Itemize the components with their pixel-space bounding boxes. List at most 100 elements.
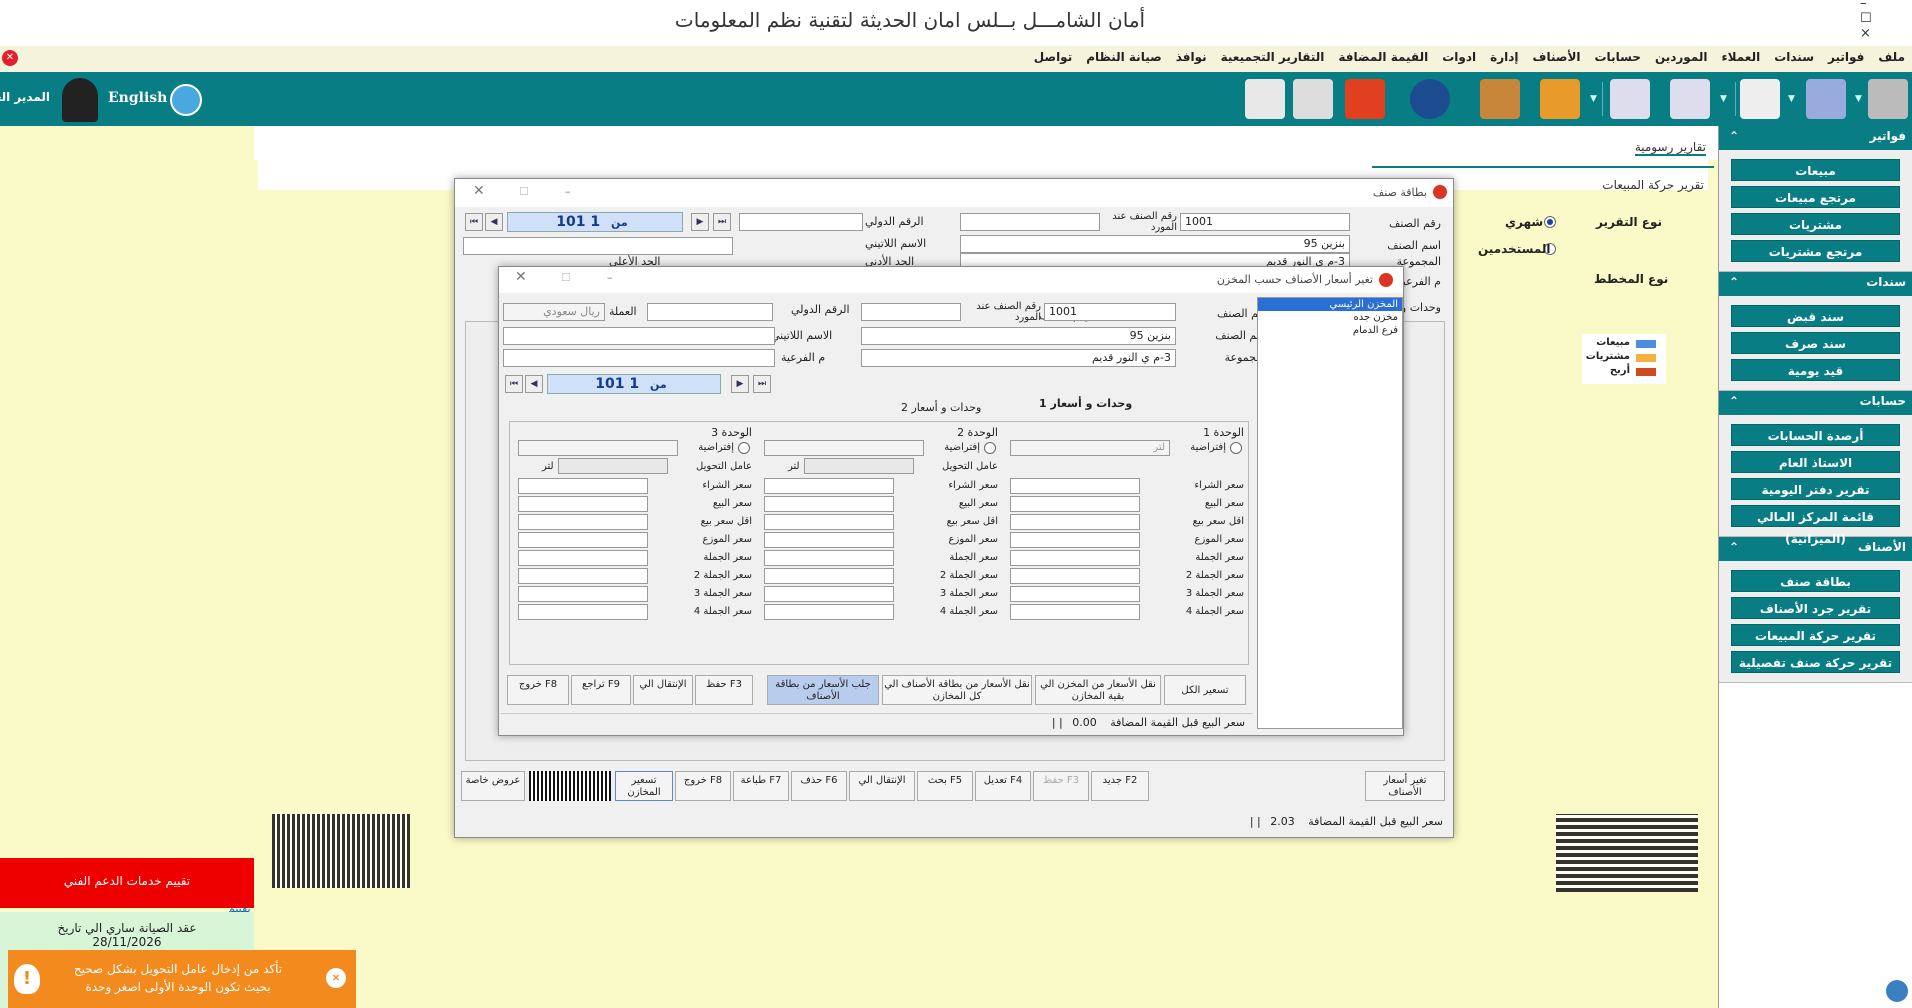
menu-item-9[interactable]: القيمة المضافة (1331, 46, 1435, 68)
search-button[interactable]: بحث F5 (917, 771, 973, 801)
price-field[interactable] (1010, 532, 1140, 548)
store-item[interactable]: مخزن جده (1258, 311, 1402, 324)
default-radio[interactable] (984, 442, 996, 454)
edit-document-icon[interactable] (1670, 79, 1710, 119)
menu-item-0[interactable]: ملف (1871, 46, 1912, 68)
default-radio[interactable] (738, 442, 750, 454)
toast-close-icon[interactable]: × (326, 968, 346, 988)
dropdown-icon[interactable]: ▼ (1590, 94, 1597, 104)
prev-record-icon[interactable]: ◀ (485, 213, 503, 231)
pd-save-button[interactable]: حفظ F3 (695, 675, 753, 705)
pd-latin-field[interactable] (503, 327, 775, 345)
conversion-field[interactable] (558, 458, 668, 474)
sidebar-item[interactable]: سند قبض (1731, 305, 1900, 327)
printer-icon[interactable] (1293, 79, 1333, 119)
menu-item-12[interactable]: صيانة النظام (1079, 46, 1168, 68)
documents-icon[interactable] (1740, 79, 1780, 119)
sidebar-item[interactable]: مشتريات (1731, 213, 1900, 235)
price-field[interactable] (518, 478, 648, 494)
price-field[interactable] (1010, 496, 1140, 512)
price-field[interactable] (518, 514, 648, 530)
price-field[interactable] (518, 604, 648, 620)
tab-prices-2[interactable]: وحدات و أسعار 2 (901, 401, 981, 414)
menu-item-4[interactable]: الموردين (1648, 46, 1715, 68)
store-price-button[interactable]: تسعير المخازن (615, 771, 673, 801)
next-record-icon[interactable]: ▶ (691, 213, 709, 231)
goto-button[interactable]: الإنتقال الي (849, 771, 915, 801)
store-item[interactable]: فرع الدمام (1258, 324, 1402, 337)
menu-item-5[interactable]: حسابات (1588, 46, 1648, 68)
pd-item-no-field[interactable]: 1001 (1044, 303, 1176, 321)
price-field[interactable] (1010, 604, 1140, 620)
tab-prices-1[interactable]: وحدات و أسعار 1 (1039, 397, 1132, 410)
sidebar-section-header[interactable]: حسابات ⌃ (1719, 391, 1912, 415)
invoice-icon[interactable] (1868, 79, 1908, 119)
price-field[interactable] (764, 478, 894, 494)
move-from-card-button[interactable]: نقل الأسعار من بطاقة الأصناف الي كل المخ… (882, 675, 1032, 705)
barcode-icon[interactable] (529, 771, 611, 801)
rating-banner[interactable]: تقييم خدمات الدعم الفني (0, 858, 254, 908)
default-radio[interactable] (1230, 442, 1242, 454)
pd-name-field[interactable]: بنزين 95 (861, 327, 1176, 345)
price-field[interactable] (1010, 550, 1140, 566)
sidebar-item[interactable]: تقرير دفتر اليومية (1731, 478, 1900, 500)
menu-item-11[interactable]: نوافذ (1169, 46, 1214, 68)
fetch-prices-button[interactable]: جلب الأسعار من بطاقة الأصناف (767, 675, 879, 705)
price-field[interactable] (1010, 514, 1140, 530)
sidebar-item[interactable]: تقرير حركة صنف تفصيلية (1731, 651, 1900, 673)
price-all-button[interactable]: تسعير الكل (1164, 675, 1246, 705)
store-item[interactable]: المخزن الرئيسي (1258, 298, 1402, 311)
maximize-icon[interactable]: ☐ (561, 271, 571, 284)
sidebar-item[interactable]: بطاقة صنف (1731, 570, 1900, 592)
sidebar-item[interactable]: سند صرف (1731, 332, 1900, 354)
tab-sales-movement[interactable]: تقرير حركة المبيعات (1602, 178, 1704, 192)
first-record-icon[interactable]: ⏮ (465, 213, 483, 231)
sidebar-section-header[interactable]: فواتير ⌃ (1719, 126, 1912, 150)
menu-item-10[interactable]: التقارير التجميعية (1214, 46, 1332, 68)
delete-button[interactable]: حذف F6 (791, 771, 847, 801)
settings-gear-icon[interactable] (1886, 980, 1908, 1002)
monthly-radio[interactable] (1544, 216, 1556, 228)
language-button[interactable]: English (108, 90, 167, 106)
menu-item-6[interactable]: الأصناف (1526, 46, 1588, 68)
unit-select[interactable] (764, 440, 924, 456)
edit-button[interactable]: تعديل F4 (975, 771, 1031, 801)
dropdown-icon[interactable]: ▼ (1720, 94, 1727, 104)
price-field[interactable] (518, 550, 648, 566)
first-record-icon[interactable]: ⏮ (505, 375, 523, 393)
exit-button[interactable]: خروج F8 (675, 771, 731, 801)
unit-select[interactable] (518, 440, 678, 456)
hierarchy-icon[interactable] (1540, 79, 1580, 119)
print-button[interactable]: طباعة F7 (733, 771, 789, 801)
new-button[interactable]: جديد F2 (1091, 771, 1149, 801)
price-field[interactable] (764, 586, 894, 602)
sidebar-item[interactable]: مبيعات (1731, 159, 1900, 181)
pd-goto-button[interactable]: الإنتقال الي (633, 675, 693, 705)
sidebar-section-header[interactable]: سندات ⌃ (1719, 272, 1912, 296)
price-field[interactable] (518, 586, 648, 602)
price-field[interactable] (764, 532, 894, 548)
menu-item-2[interactable]: سندات (1767, 46, 1821, 68)
close-icon[interactable]: ✕ (2, 50, 18, 66)
pd-intl-no-field[interactable] (647, 303, 773, 321)
next-record-icon[interactable]: ▶ (731, 375, 749, 393)
tab-graphic-reports[interactable]: تقارير رسومية (1634, 140, 1706, 156)
price-field[interactable] (518, 568, 648, 584)
sidebar-item[interactable]: مرتجع مبيعات (1731, 186, 1900, 208)
intl-no-field[interactable] (739, 213, 863, 231)
basket-icon[interactable] (1806, 79, 1846, 119)
calculator-icon[interactable] (1245, 79, 1285, 119)
collapse-icon[interactable]: ⌃ (1729, 129, 1739, 143)
prev-record-icon[interactable]: ◀ (525, 375, 543, 393)
price-field[interactable] (1010, 586, 1140, 602)
pd-group-field[interactable]: 3-م ي النور قديم (861, 349, 1176, 367)
price-field[interactable] (764, 568, 894, 584)
minimize-icon[interactable]: – (565, 185, 571, 198)
supplier-no-field[interactable] (960, 213, 1100, 231)
menu-item-8[interactable]: ادوات (1435, 46, 1483, 68)
cloud-icon[interactable] (170, 84, 202, 116)
sidebar-item[interactable]: قيد يومية (1731, 359, 1900, 381)
pd-exit-button[interactable]: خروج F8 (507, 675, 569, 705)
price-field[interactable] (764, 604, 894, 620)
last-record-icon[interactable]: ⏭ (713, 213, 731, 231)
